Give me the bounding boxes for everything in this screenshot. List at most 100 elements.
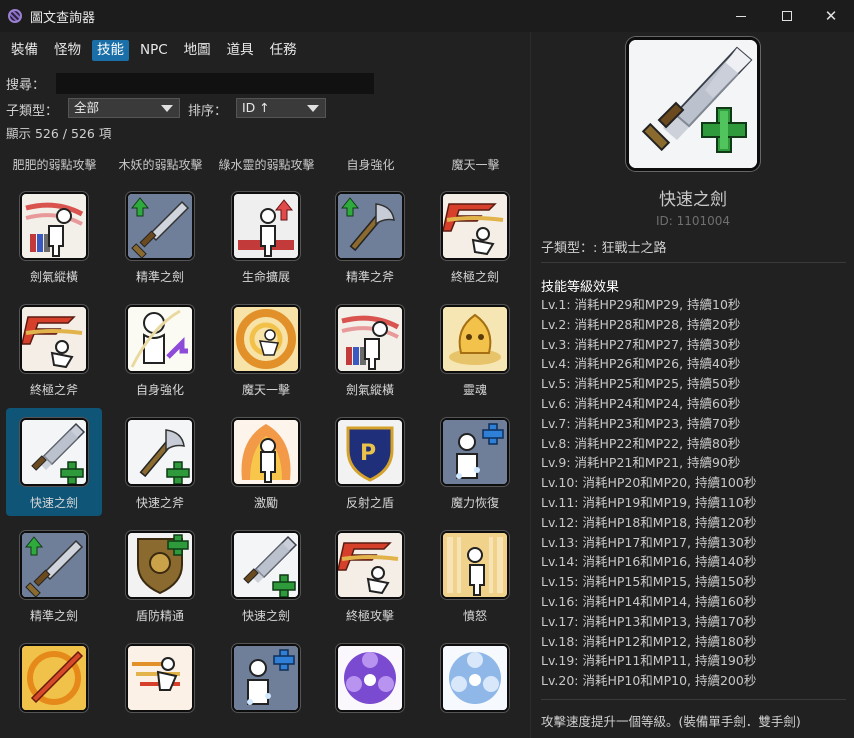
skill-card[interactable] — [112, 634, 208, 738]
skill-card-name: 終極之劍 — [450, 270, 499, 284]
level-effect-row: Lv.5: 消耗HP25和MP25, 持續50秒 — [541, 376, 741, 392]
column-header: 自身強化 — [346, 158, 395, 172]
skill-card-name: 精準之斧 — [345, 270, 394, 284]
search-input[interactable] — [56, 73, 374, 94]
level-effect-row: Lv.17: 消耗HP13和MP13, 持續170秒 — [541, 613, 757, 629]
skill-card[interactable]: 生命擴展 — [218, 182, 314, 290]
level-effect-row: Lv.15: 消耗HP15和MP15, 持續150秒 — [541, 574, 757, 590]
skill-card[interactable]: 劍氣縱橫 — [6, 182, 102, 290]
skill-card-name: 魔力恢復 — [450, 496, 499, 510]
result-count: 顯示 526 / 526 項 — [6, 126, 112, 141]
search-row: 搜尋： — [6, 73, 374, 94]
skill-card[interactable]: 快速之斧 — [112, 408, 208, 516]
level-effect-row: Lv.8: 消耗HP22和MP22, 持續80秒 — [541, 435, 741, 451]
skill-name: 快速之劍 — [659, 190, 727, 210]
close-icon: ✕ — [824, 7, 838, 25]
tab-quests[interactable]: 任務 — [265, 40, 302, 61]
skill-card-name: 自身強化 — [135, 383, 184, 397]
rage-strike-icon — [232, 305, 300, 373]
minimize-button[interactable] — [718, 0, 764, 32]
sort-select[interactable]: ID ↑ — [236, 98, 326, 118]
sword-booster-icon — [232, 531, 300, 599]
level-effect-row: Lv.1: 消耗HP29和MP29, 持續10秒 — [541, 297, 741, 312]
skill-card[interactable] — [427, 634, 523, 738]
skill-card[interactable]: 精準之斧 — [322, 182, 418, 290]
sword-booster-icon — [20, 418, 88, 486]
skill-card-name: 終極攻擊 — [345, 609, 394, 623]
skill-card[interactable]: 靈魂 — [427, 295, 523, 403]
combo-icon — [126, 644, 194, 712]
tab-skills[interactable]: 技能 — [92, 40, 129, 61]
skill-card[interactable]: P 反射之盾 — [322, 408, 418, 516]
maximize-icon — [782, 11, 792, 21]
tab-npc[interactable]: NPC — [135, 40, 173, 61]
subtype-label: 子類型： — [6, 104, 59, 119]
skill-card[interactable] — [6, 634, 102, 738]
flame-sword-icon — [20, 644, 88, 712]
skill-card[interactable] — [218, 634, 314, 738]
skill-card-name: 快速之斧 — [135, 496, 184, 510]
skill-card-name: 生命擴展 — [241, 270, 290, 284]
chevron-down-icon — [307, 105, 319, 112]
hp-boost-icon — [232, 192, 300, 260]
purple-orb-icon — [336, 644, 404, 712]
skill-card[interactable]: 魔天一擊 — [218, 295, 314, 403]
skill-card-name: 憤怒 — [462, 609, 487, 623]
level-effect-row: Lv.14: 消耗HP16和MP16, 持續140秒 — [541, 554, 757, 570]
skill-id: ID: 1101004 — [655, 214, 731, 228]
level-effect-row: Lv.11: 消耗HP19和MP19, 持續110秒 — [541, 494, 757, 510]
final-attack-axe-icon — [20, 305, 88, 373]
level-effect-row: Lv.18: 消耗HP12和MP12, 持續180秒 — [541, 633, 757, 649]
skill-card[interactable]: 快速之劍 — [218, 521, 314, 629]
skill-card-name: 反射之盾 — [345, 496, 394, 510]
skill-card[interactable]: 盾防精通 — [112, 521, 208, 629]
level-effect-row: Lv.2: 消耗HP28和MP28, 持續20秒 — [541, 316, 741, 332]
skill-card[interactable]: 精準之劍 — [112, 182, 208, 290]
skill-card[interactable]: 憤怒 — [427, 521, 523, 629]
skill-card-name: 快速之劍 — [241, 609, 290, 623]
title-bar: 圖文查詢器 ✕ — [0, 0, 854, 32]
close-button[interactable]: ✕ — [808, 0, 854, 32]
tab-equipment[interactable]: 裝備 — [6, 40, 43, 61]
level-effect-row: Lv.7: 消耗HP23和MP23, 持續70秒 — [541, 415, 741, 431]
search-label: 搜尋： — [6, 78, 46, 93]
levels-title: 技能等級效果 — [541, 280, 620, 295]
skill-card[interactable]: 快速之劍 — [6, 408, 102, 516]
level-effect-row: Lv.13: 消耗HP17和MP17, 持續130秒 — [541, 534, 757, 550]
skill-card[interactable]: 終極之斧 — [6, 295, 102, 403]
skill-card[interactable]: 終極攻擊 — [322, 521, 418, 629]
skill-card[interactable]: 自身強化 — [112, 295, 208, 403]
skill-card[interactable]: 激勵 — [218, 408, 314, 516]
blue-orb-icon — [441, 644, 509, 712]
window-title: 圖文查詢器 — [30, 10, 96, 26]
tab-monsters[interactable]: 怪物 — [49, 40, 86, 61]
maximize-button[interactable] — [764, 0, 810, 32]
skill-card-name: 激勵 — [253, 496, 278, 510]
filter-row: 子類型： 全部 排序： ID ↑ — [6, 98, 526, 120]
skill-card-name: 精準之劍 — [135, 270, 184, 284]
skill-card-name: 精準之劍 — [29, 609, 78, 623]
browser-panel: 裝備 怪物 技能 NPC 地圖 道具 任務 搜尋： 子類型： 全部 排序： ID… — [0, 32, 530, 738]
sword-mastery-icon — [20, 531, 88, 599]
divider — [541, 262, 846, 263]
axe-mastery-icon — [336, 192, 404, 260]
skill-card-name: 靈魂 — [462, 383, 487, 397]
shield-mastery-icon — [126, 531, 194, 599]
final-attack-icon — [336, 531, 404, 599]
skill-card[interactable]: 魔力恢復 — [427, 408, 523, 516]
power-guard-icon: P — [336, 418, 404, 486]
skill-card[interactable]: 終極之劍 — [427, 182, 523, 290]
skill-card[interactable]: 劍氣縱橫 — [322, 295, 418, 403]
subtype-select[interactable]: 全部 — [68, 98, 180, 118]
sword-aura-icon — [20, 192, 88, 260]
sort-label: 排序： — [188, 104, 228, 119]
sword-booster-icon — [626, 37, 760, 171]
mp-recovery-icon — [441, 418, 509, 486]
skill-card[interactable]: 精準之劍 — [6, 521, 102, 629]
skill-card[interactable] — [322, 634, 418, 738]
app-logo-icon — [8, 9, 22, 23]
final-attack-sword-icon — [441, 192, 509, 260]
tab-items[interactable]: 道具 — [222, 40, 259, 61]
tab-maps[interactable]: 地圖 — [179, 40, 216, 61]
level-effect-row: Lv.4: 消耗HP26和MP26, 持續40秒 — [541, 356, 741, 372]
